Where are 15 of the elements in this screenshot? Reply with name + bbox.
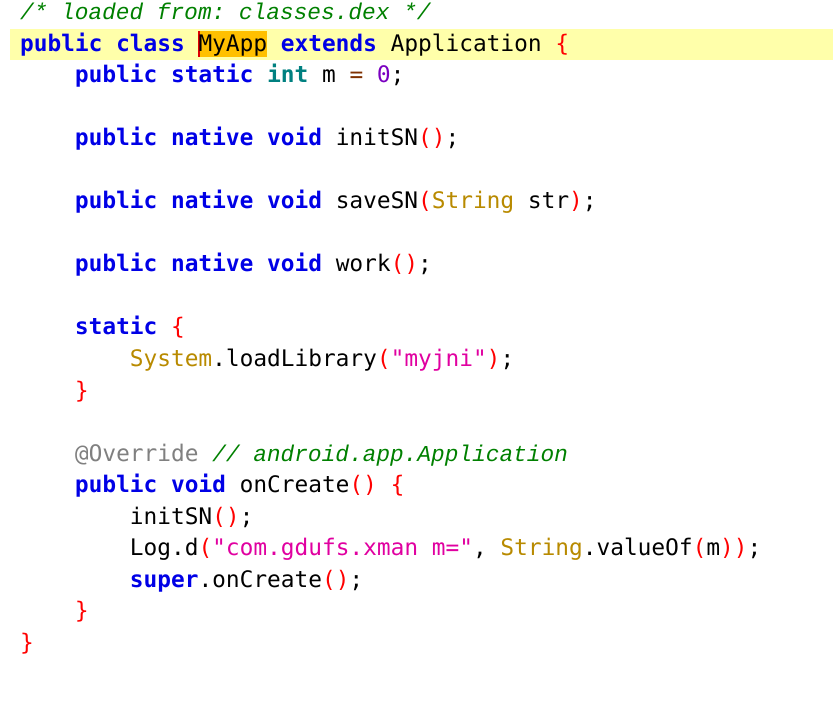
code-line: Log.d("com.gdufs.xman m=", String.valueOf(m)); xyxy=(128,535,762,562)
code-line: static { xyxy=(74,314,185,340)
code-line: } xyxy=(74,378,89,404)
code-line: } xyxy=(74,598,89,624)
code-line: @Override // android.app.Application xyxy=(74,440,568,467)
code-line: public native void initSN(); xyxy=(74,125,460,152)
code-line: public native void saveSN(String str); xyxy=(74,188,597,214)
code-line: public void onCreate() { xyxy=(74,472,404,498)
code-line: public static int m = 0; xyxy=(74,62,404,88)
code-line: /* loaded from: classes.dex */ xyxy=(20,0,430,25)
code-line: public native void work(); xyxy=(74,251,432,278)
code-line: super.onCreate(); xyxy=(128,566,364,593)
code-line: initSN(); xyxy=(128,504,254,530)
code-line: System.loadLibrary("myjni"); xyxy=(128,346,514,372)
code-line: } xyxy=(20,630,34,656)
